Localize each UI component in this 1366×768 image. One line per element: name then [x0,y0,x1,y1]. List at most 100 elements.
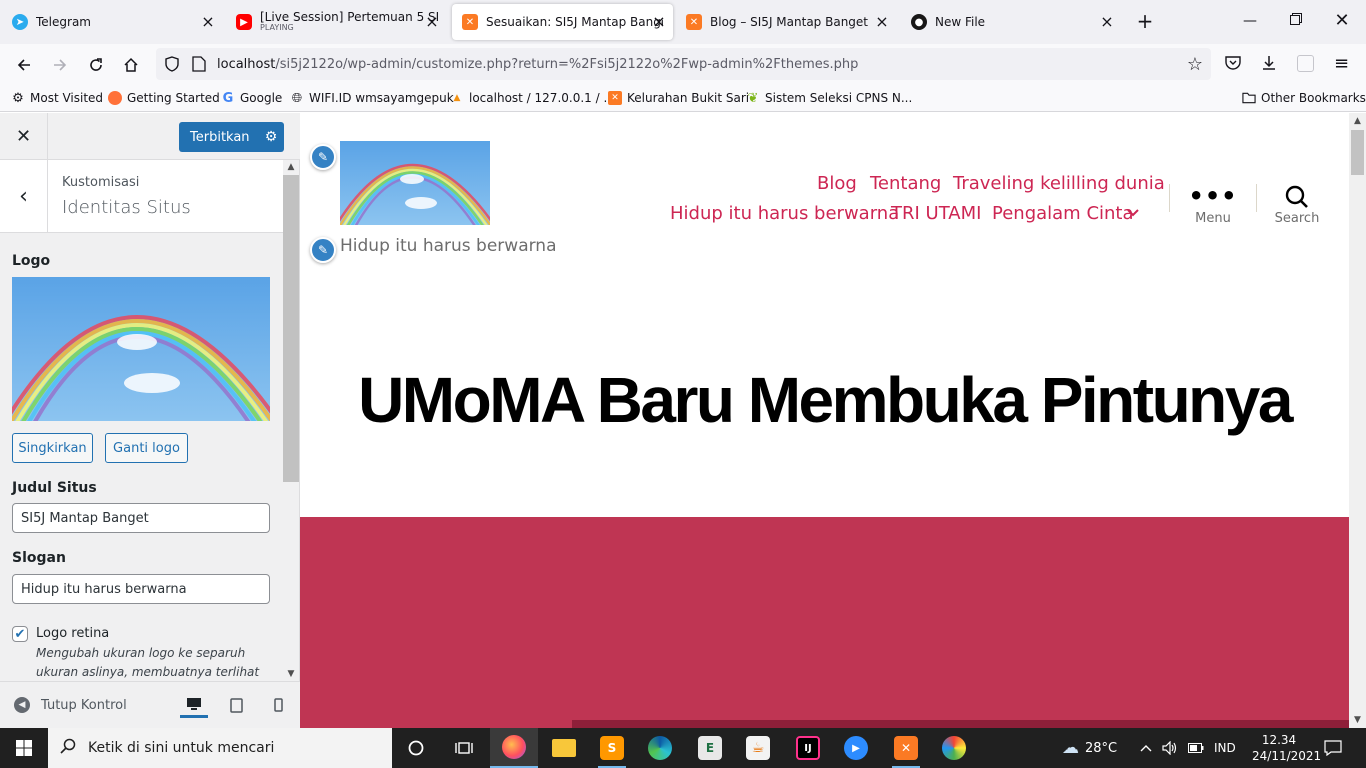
intellij-icon[interactable]: IJ [784,728,832,768]
menu-link-traveling[interactable]: Traveling kelilling dunia [953,173,1165,194]
edit-logo-pencil-icon[interactable]: ✎ [310,144,336,170]
forward-icon[interactable] [47,52,73,78]
close-tab-icon[interactable]: × [651,13,667,31]
new-tab-button[interactable]: + [1134,10,1156,32]
desktop-preview-icon[interactable] [180,692,208,718]
publish-button[interactable]: Terbitkan ⚙ [179,122,284,152]
cloud-rain-icon: ☁ [1062,738,1079,758]
tablet-preview-icon[interactable] [222,692,250,718]
page-icon[interactable] [192,56,206,75]
tagline-input[interactable]: Hidup itu harus berwarna [12,574,270,604]
scroll-down-icon[interactable]: ▼ [1349,712,1366,728]
post-title[interactable]: UMoMA Baru Membuka Pintunya [300,363,1349,437]
battery-icon[interactable] [1188,728,1204,768]
tab-telegram[interactable]: ➤ Telegram × [2,4,224,40]
close-tab-icon[interactable]: × [1099,13,1115,31]
hamburger-menu-icon[interactable]: ≡ [1334,53,1349,74]
search-toggle[interactable]: Search [1267,185,1327,226]
bookmark-wifi-id[interactable]: 🌐︎ WIFI.ID wmsayamgepuk [290,91,454,106]
folder-icon [1242,91,1256,105]
bookmark-cpns[interactable]: ❦ Sistem Seleksi CPNS N... [746,91,913,106]
tab-github[interactable]: ● New File × [901,4,1123,40]
extension-icon[interactable] [1297,55,1314,72]
cover-strip [572,720,1349,728]
edit-description-pencil-icon[interactable]: ✎ [310,237,336,263]
reload-icon[interactable] [83,52,109,78]
notifications-icon[interactable] [1324,728,1342,768]
bookmark-most-visited[interactable]: ⚙ Most Visited [11,91,103,106]
other-bookmarks[interactable]: Other Bookmarks [1242,91,1366,105]
downloads-icon[interactable] [1260,54,1278,75]
tab-customizer[interactable]: ✕ Sesuaikan: SI5J Mantap Banget × [452,4,673,40]
menu-link-pengalam-cinta[interactable]: Pengalam Cinta [992,203,1134,224]
url-text[interactable]: localhost/si5j2122o/wp-admin/customize.p… [217,57,858,72]
edge-icon[interactable] [636,728,684,768]
scrollbar-thumb[interactable] [1351,130,1364,175]
bookmark-localhost-pma[interactable]: ▲ localhost / 127.0.0.1 / ... [450,91,615,105]
shield-icon[interactable] [164,56,180,75]
change-logo-button[interactable]: Ganti logo [105,433,188,463]
java-icon[interactable]: ☕︎ [734,728,782,768]
tab-youtube[interactable]: ▶ [Live Session] Pertemuan 5 SI5J PLAYIN… [226,4,448,40]
bookmark-kelurahan[interactable]: ✕ Kelurahan Bukit Sari [608,91,749,105]
language-indicator[interactable]: IND [1214,728,1236,768]
mobile-preview-icon[interactable] [264,692,292,718]
xampp-taskbar-icon[interactable]: ✕ [882,728,930,768]
windows-start-icon[interactable] [0,728,48,768]
windows-taskbar: Ketik di sini untuk mencari S E ☕︎ IJ ▶ … [0,728,1366,768]
menu-link-blog[interactable]: Blog [817,173,857,194]
close-tab-icon[interactable]: × [874,13,890,31]
site-logo[interactable] [340,141,490,225]
home-icon[interactable] [118,52,144,78]
menu-link-hidup[interactable]: Hidup itu harus berwarna [670,203,899,224]
close-tab-icon[interactable]: × [200,13,216,31]
scroll-up-icon[interactable]: ▲ [1349,113,1366,129]
tab-blog[interactable]: ✕ Blog – SI5J Mantap Banget × [676,4,898,40]
sublime-text-icon[interactable]: S [588,728,636,768]
menu-link-tri-utami[interactable]: TRI UTAMI [891,203,981,224]
bookmark-google[interactable]: G Google [221,91,283,106]
collapse-controls-button[interactable]: ◀ Tutup Kontrol [14,697,127,713]
taskbar-search[interactable]: Ketik di sini untuk mencari [48,728,392,768]
customizer-header: ✕ Terbitkan ⚙ [0,113,300,160]
volume-icon[interactable] [1162,728,1178,768]
bookmark-star-icon[interactable]: ☆ [1187,54,1203,75]
system-clock[interactable]: 12.34 24/11/2021 [1252,732,1321,764]
cortana-icon[interactable] [392,728,440,768]
preview-scrollbar[interactable]: ▲ ▼ [1349,113,1366,728]
retina-logo-checkbox[interactable]: ✔ [12,626,28,642]
close-tab-icon[interactable]: × [424,13,440,31]
site-title-input[interactable]: SI5J Mantap Banget [12,503,270,533]
excel-icon[interactable]: E [686,728,734,768]
zoom-icon[interactable]: ▶ [832,728,880,768]
task-view-icon[interactable] [440,728,488,768]
minimize-icon[interactable]: — [1240,10,1260,32]
pocket-icon[interactable] [1224,55,1242,74]
logo-preview-image [12,277,270,421]
collapse-label: Tutup Kontrol [41,697,127,713]
paint-icon[interactable] [930,728,978,768]
publish-settings-gear-icon[interactable]: ⚙ [258,129,284,145]
sidebar-scrollbar[interactable]: ▲ ▼ [283,160,299,681]
menu-toggle[interactable]: ••• Menu [1183,184,1243,226]
weather-widget[interactable]: ☁ 28°C [1062,728,1117,768]
file-explorer-icon[interactable] [540,728,588,768]
close-customizer-icon[interactable]: ✕ [0,113,48,159]
scroll-down-icon[interactable]: ▼ [283,667,299,681]
retina-logo-description: Mengubah ukuran logo ke separuh ukuran a… [36,646,260,679]
firefox-taskbar-icon[interactable] [490,728,538,768]
bookmarks-toolbar: ⚙ Most Visited Getting Started G Google … [0,86,1366,112]
url-bar[interactable]: localhost/si5j2122o/wp-admin/customize.p… [156,48,1211,80]
scrollbar-thumb[interactable] [283,175,299,482]
back-chevron-icon[interactable]: ‹ [0,160,48,232]
bookmark-getting-started[interactable]: Getting Started [108,91,220,105]
menu-link-tentang[interactable]: Tentang [870,173,941,194]
scroll-up-icon[interactable]: ▲ [283,160,299,174]
restore-icon[interactable] [1286,10,1306,32]
back-icon[interactable] [11,52,37,78]
tray-overflow-chevron-icon[interactable] [1140,728,1152,768]
remove-logo-button[interactable]: Singkirkan [12,433,93,463]
customizer-footer: ◀ Tutup Kontrol [0,681,300,728]
close-window-icon[interactable]: ✕ [1332,10,1352,32]
chevron-down-icon[interactable] [1126,205,1140,222]
